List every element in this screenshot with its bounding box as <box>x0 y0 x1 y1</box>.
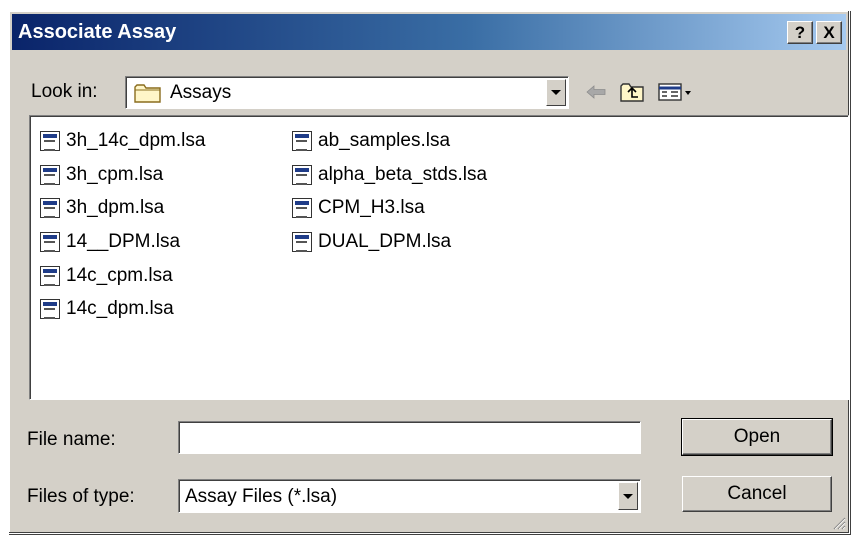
open-button[interactable]: Open <box>681 418 833 456</box>
file-name: 14__DPM.lsa <box>66 230 181 252</box>
file-name: 14c_cpm.lsa <box>66 264 173 286</box>
file-item[interactable]: DUAL_DPM.lsa <box>292 225 487 259</box>
assay-file-icon <box>40 130 60 151</box>
look-in-dropdown-button[interactable] <box>546 79 566 106</box>
file-type-value: Assay Files (*.lsa) <box>185 486 338 507</box>
window-title: Associate Assay <box>18 21 177 43</box>
assay-file-icon <box>292 164 312 185</box>
file-item[interactable]: 14__DPM.lsa <box>40 225 205 259</box>
file-item[interactable]: alpha_beta_stds.lsa <box>292 158 487 192</box>
help-button[interactable]: ? <box>787 21 813 44</box>
look-in-dropdown[interactable]: Assays <box>125 76 569 109</box>
file-item[interactable]: 3h_dpm.lsa <box>40 191 205 225</box>
file-type-label: Files of type: <box>27 486 135 507</box>
file-name: alpha_beta_stds.lsa <box>318 163 488 185</box>
file-item[interactable]: 3h_14c_dpm.lsa <box>40 124 205 158</box>
file-type-dropdown[interactable]: Assay Files (*.lsa) <box>178 479 641 513</box>
file-name: CPM_H3.lsa <box>318 197 425 219</box>
file-type-dropdown-button[interactable] <box>618 482 638 510</box>
file-list[interactable]: 3h_14c_dpm.lsa 3h_cpm.lsa 3h_dpm.lsa 14_… <box>29 115 849 400</box>
resize-grip-icon[interactable] <box>832 516 846 530</box>
cancel-button[interactable]: Cancel <box>682 476 832 512</box>
look-in-label: Look in: <box>31 81 98 102</box>
file-item[interactable]: CPM_H3.lsa <box>292 191 487 225</box>
assay-file-icon <box>40 299 60 320</box>
chevron-down-icon <box>623 493 633 499</box>
file-name-label: File name: <box>27 429 116 450</box>
folder-icon <box>134 84 161 103</box>
file-item[interactable]: 14c_dpm.lsa <box>40 292 205 326</box>
assay-file-icon <box>292 198 312 219</box>
assay-file-icon <box>40 198 60 219</box>
file-item[interactable]: ab_samples.lsa <box>292 124 487 158</box>
look-in-value: Assays <box>170 82 232 103</box>
back-arrow-icon <box>586 85 606 99</box>
file-name: 14c_dpm.lsa <box>66 298 174 320</box>
up-folder-icon <box>620 83 644 102</box>
file-name-input[interactable] <box>178 421 641 454</box>
file-name: ab_samples.lsa <box>318 129 451 151</box>
file-item[interactable]: 3h_cpm.lsa <box>40 158 205 192</box>
title-bar[interactable]: Associate Assay ? X <box>12 14 846 50</box>
view-menu-icon <box>658 83 691 101</box>
view-menu-button[interactable] <box>657 79 695 105</box>
assay-file-icon <box>40 231 60 252</box>
close-button[interactable]: X <box>816 21 842 44</box>
file-name: 3h_cpm.lsa <box>66 163 164 185</box>
file-name: 3h_14c_dpm.lsa <box>66 129 206 151</box>
file-name: DUAL_DPM.lsa <box>318 230 452 252</box>
file-name: 3h_dpm.lsa <box>66 197 165 219</box>
up-one-level-button[interactable] <box>619 79 645 105</box>
file-column-1: 3h_14c_dpm.lsa 3h_cpm.lsa 3h_dpm.lsa 14_… <box>40 124 205 326</box>
associate-assay-dialog: Associate Assay ? X Look in: Assays 3h_1… <box>8 10 850 534</box>
assay-file-icon <box>292 231 312 252</box>
assay-file-icon <box>40 164 60 185</box>
file-item[interactable]: 14c_cpm.lsa <box>40 259 205 293</box>
back-button[interactable] <box>585 79 607 105</box>
chevron-down-icon <box>551 90 561 95</box>
assay-file-icon <box>292 130 312 151</box>
file-column-2: ab_samples.lsa alpha_beta_stds.lsa CPM_H… <box>292 124 487 259</box>
assay-file-icon <box>40 265 60 286</box>
